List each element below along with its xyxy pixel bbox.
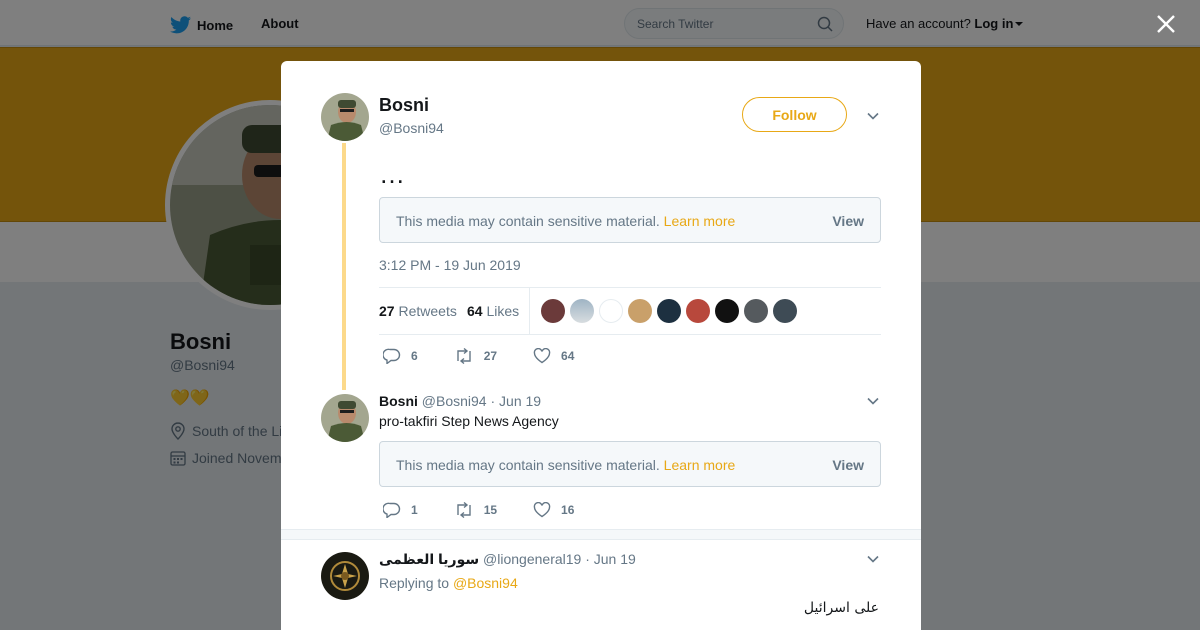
chevron-down-icon[interactable] [866, 394, 880, 408]
view-media-button[interactable]: View [832, 213, 864, 229]
retweets-count: 27 [379, 303, 395, 319]
reply-count: 6 [411, 349, 418, 363]
like-action[interactable]: 16 [533, 502, 574, 518]
reply-text: pro-takfiri Step News Agency [379, 413, 559, 429]
reply-actions: 1 15 16 [383, 502, 610, 518]
thread-separator [281, 529, 921, 540]
tweet-author-name[interactable]: Bosni [379, 95, 429, 116]
chevron-down-icon[interactable] [866, 552, 880, 566]
reply-author-name[interactable]: Bosni [379, 393, 418, 409]
view-media-button[interactable]: View [832, 457, 864, 473]
liker-avatar[interactable] [657, 299, 681, 323]
tweet-timestamp[interactable]: 3:12 PM - 19 Jun 2019 [379, 257, 521, 273]
replying-to: Replying to @Bosni94 [379, 575, 518, 591]
tweet-author-handle[interactable]: @Bosni94 [379, 120, 444, 136]
like-count: 64 [561, 349, 575, 363]
replying-prefix: Replying to [379, 575, 450, 591]
reply-count: 1 [411, 503, 418, 517]
reply-action[interactable]: 1 [383, 502, 418, 518]
learn-more-link[interactable]: Learn more [664, 213, 736, 229]
sensitive-media-text: This media may contain sensitive materia… [396, 457, 660, 473]
close-icon[interactable] [1154, 12, 1178, 36]
retweet-action[interactable]: 15 [454, 502, 497, 518]
reply-author-avatar[interactable] [321, 552, 369, 600]
thread-connector-line [342, 143, 346, 390]
reply-author-name[interactable]: سوريا العظمى [379, 551, 479, 567]
sensitive-media-message: This media may contain sensitive materia… [396, 213, 735, 229]
liker-avatar[interactable] [715, 299, 739, 323]
liker-avatar[interactable] [686, 299, 710, 323]
reply-header: Bosni @Bosni94 · Jun 19 [379, 393, 541, 409]
retweet-count: 27 [483, 349, 498, 363]
like-count: 16 [561, 503, 575, 517]
reply-header: سوريا العظمى @liongeneral19 · Jun 19 [379, 551, 636, 568]
reply-action[interactable]: 6 [383, 348, 418, 364]
retweet-count: 15 [483, 503, 498, 517]
tweet-stats: 27 Retweets 64 Likes [379, 287, 881, 335]
tweet-actions: 6 27 64 [383, 348, 610, 364]
reply-icon [383, 502, 401, 518]
replying-to-handle[interactable]: @Bosni94 [453, 575, 518, 591]
reply-author-handle[interactable]: @liongeneral19 [483, 551, 581, 567]
retweets-stat[interactable]: 27 Retweets [379, 303, 457, 319]
reply-author-avatar[interactable] [321, 394, 369, 442]
like-action[interactable]: 64 [533, 348, 574, 364]
reply-author-handle[interactable]: @Bosni94 [422, 393, 487, 409]
retweets-label: Retweets [398, 303, 457, 319]
learn-more-link[interactable]: Learn more [664, 457, 736, 473]
tweet-text: … [379, 159, 405, 189]
liker-avatar[interactable] [599, 299, 623, 323]
retweet-icon [456, 502, 471, 518]
retweet-icon [456, 348, 471, 364]
stats-divider [529, 288, 530, 334]
follow-button[interactable]: Follow [742, 97, 847, 132]
reply-text: على اسرائيل [803, 600, 879, 616]
reply-date[interactable]: · Jun 19 [585, 551, 636, 567]
liker-avatar[interactable] [628, 299, 652, 323]
sensitive-media-notice: This media may contain sensitive materia… [379, 197, 881, 243]
likes-label: Likes [486, 303, 520, 319]
tweet-modal: Bosni @Bosni94 Follow … This media may c… [281, 61, 921, 630]
sensitive-media-text: This media may contain sensitive materia… [396, 213, 660, 229]
reply-date[interactable]: · Jun 19 [490, 393, 541, 409]
liker-avatar[interactable] [773, 299, 797, 323]
heart-icon [533, 348, 551, 364]
reply-icon [383, 348, 401, 364]
likes-stat[interactable]: 64 Likes [467, 303, 519, 319]
liker-avatar[interactable] [744, 299, 768, 323]
chevron-down-icon[interactable] [866, 109, 880, 123]
heart-icon [533, 502, 551, 518]
retweet-action[interactable]: 27 [454, 348, 497, 364]
sensitive-media-notice: This media may contain sensitive materia… [379, 441, 881, 487]
sensitive-media-message: This media may contain sensitive materia… [396, 457, 735, 473]
liker-avatar[interactable] [570, 299, 594, 323]
liker-avatar[interactable] [541, 299, 565, 323]
liker-avatars [541, 299, 802, 323]
likes-count: 64 [467, 303, 483, 319]
author-avatar[interactable] [321, 93, 369, 141]
